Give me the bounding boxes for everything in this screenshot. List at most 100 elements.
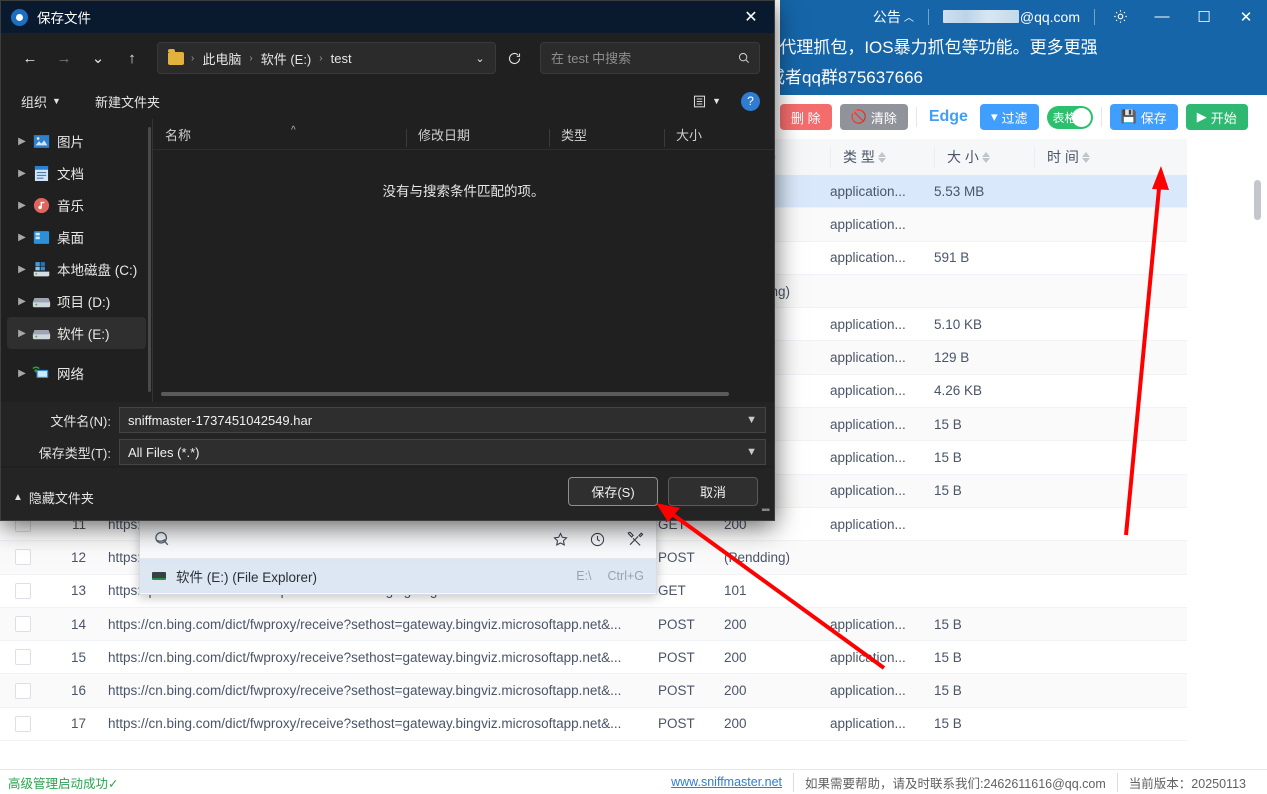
account-email[interactable]: @qq.com (933, 0, 1090, 33)
flyout-search-input[interactable] (180, 530, 552, 548)
no-entry-icon: 🚫 (850, 109, 867, 124)
row-checkbox[interactable] (15, 682, 31, 699)
forward-button[interactable]: → (49, 43, 79, 73)
clear-button[interactable]: 🚫 清除 (839, 104, 908, 130)
table-row[interactable]: 16 https://cn.bing.com/dict/fwproxy/recei… (0, 674, 1187, 708)
filter-button[interactable]: ▾ 过滤 (979, 104, 1039, 130)
column-header-time[interactable]: 时 间 (1034, 146, 1134, 168)
tree-item-0[interactable]: ▶ 图片 (7, 125, 146, 157)
column-header-date[interactable]: 修改日期 (406, 125, 549, 147)
hide-folders-toggle[interactable]: ▲ 隐藏文件夹 (13, 488, 94, 507)
navigation-tree[interactable]: ▶ 图片 ▶ 文档 ▶ 音乐 ▶ 桌面 ▶ 本地磁盘 (C:) ▶ 项目 (D:) ▶ 软件 (E:) ▶ 网… (1, 119, 153, 402)
sort-icon[interactable] (877, 151, 886, 163)
website-link[interactable]: www.sniffmaster.net (660, 775, 793, 789)
tree-item-3[interactable]: ▶ 桌面 (7, 221, 146, 253)
table-row[interactable]: 15 https://cn.bing.com/dict/fwproxy/recei… (0, 641, 1187, 675)
save-button[interactable]: 💾 保存 (1109, 104, 1178, 130)
column-header-size[interactable]: 大小 (664, 125, 774, 147)
column-header-type[interactable]: 类 型 (830, 146, 934, 168)
chevron-down-icon[interactable]: ⌄ (469, 47, 491, 69)
table-row[interactable]: 14 https://cn.bing.com/dict/fwproxy/recei… (0, 607, 1187, 642)
row-checkbox-cell[interactable] (0, 549, 46, 566)
flyout-search-bar[interactable] (140, 520, 656, 559)
tree-scrollbar[interactable] (148, 127, 151, 392)
row-checkbox[interactable] (15, 649, 31, 666)
clock-icon[interactable] (589, 531, 606, 548)
tools-icon[interactable] (626, 530, 644, 548)
flyout-result-item[interactable]: 软件 (E:) (File Explorer) E:\ Ctrl+G (140, 559, 656, 593)
tree-item-1[interactable]: ▶ 文档 (7, 157, 146, 189)
row-checkbox-cell[interactable] (0, 616, 46, 632)
table-view-toggle[interactable]: 表格 (1046, 105, 1093, 129)
row-checkbox[interactable] (15, 616, 31, 632)
chevron-right-icon[interactable]: ▶ (13, 168, 31, 179)
maximize-button[interactable]: ☐ (1183, 0, 1225, 33)
dialog-save-button[interactable]: 保存(S) (568, 477, 658, 506)
row-checkbox-cell[interactable] (0, 715, 46, 732)
dialog-close-button[interactable]: ✕ (728, 1, 774, 33)
chevron-right-icon[interactable]: ▶ (13, 264, 31, 275)
refresh-icon[interactable] (500, 44, 528, 72)
chevron-down-icon[interactable]: ▼ (746, 414, 757, 426)
chevron-right-icon[interactable]: ▶ (13, 328, 31, 339)
filename-input[interactable]: sniffmaster-1737451042549.har ▼ (119, 407, 766, 433)
breadcrumb-item-2[interactable]: test (326, 49, 357, 68)
tree-item-2[interactable]: ▶ 音乐 (7, 189, 146, 221)
new-folder-button[interactable]: 新建文件夹 (89, 89, 166, 114)
sort-icon[interactable] (981, 151, 990, 163)
chevron-right-icon[interactable]: ▶ (13, 296, 31, 307)
star-icon[interactable] (552, 531, 569, 548)
breadcrumb-item-1[interactable]: 软件 (E:) (256, 47, 317, 70)
toggle-knob (1071, 107, 1091, 127)
gear-icon[interactable] (1099, 0, 1141, 33)
help-button[interactable]: ? (741, 91, 760, 111)
tree-item-6[interactable]: ▶ 软件 (E:) (7, 317, 146, 349)
back-button[interactable]: ← (15, 43, 45, 73)
search-input[interactable] (549, 49, 737, 67)
row-checkbox-cell[interactable] (0, 682, 46, 699)
row-size: 15 B (934, 683, 962, 699)
chevron-right-icon[interactable]: ▶ (13, 232, 31, 243)
edge-search-flyout[interactable]: 软件 (E:) (File Explorer) E:\ Ctrl+G (139, 519, 657, 595)
row-checkbox[interactable] (15, 715, 31, 732)
chevron-right-icon[interactable]: ▶ (13, 200, 31, 211)
chevron-right-icon[interactable]: ▶ (13, 136, 31, 147)
chevron-down-icon[interactable]: ▼ (746, 446, 757, 458)
sort-icon[interactable] (1081, 151, 1090, 163)
save-file-dialog[interactable]: 保存文件 ✕ ← → ⌄ ↑ › 此电脑 › 软件 (E:) › test ⌄ (0, 0, 775, 521)
table-scrollbar[interactable] (1254, 180, 1261, 770)
organize-menu[interactable]: 组织 ▼ (15, 89, 67, 114)
file-list-pane[interactable]: 名称 ^ 修改日期 类型 大小 没有与搜索条件匹配的项。 (153, 119, 774, 402)
tree-item-4[interactable]: ▶ 本地磁盘 (C:) (7, 253, 146, 285)
edge-browser-link[interactable]: Edge (925, 108, 972, 126)
horizontal-scrollbar[interactable] (161, 392, 729, 396)
view-options-button[interactable]: ▼ (686, 91, 727, 112)
notice-menu[interactable]: 公告 ︿ (863, 0, 924, 33)
filetype-select[interactable]: All Files (*.*) ▼ (119, 439, 766, 465)
row-checkbox-cell[interactable] (0, 582, 46, 599)
start-button[interactable]: ▶ 开始 (1185, 104, 1248, 130)
tree-item-5[interactable]: ▶ 项目 (D:) (7, 285, 146, 317)
column-header-name[interactable]: 名称 ^ (153, 125, 406, 144)
chevron-right-icon[interactable]: ▶ (13, 368, 31, 379)
row-checkbox[interactable] (15, 549, 31, 566)
breadcrumb-item-0[interactable]: 此电脑 (197, 47, 246, 70)
recent-locations-button[interactable]: ⌄ (83, 43, 113, 73)
column-header-size[interactable]: 大 小 (934, 146, 1034, 168)
minimize-button[interactable]: — (1141, 0, 1183, 33)
scrollbar-thumb[interactable] (1254, 180, 1261, 220)
row-checkbox[interactable] (15, 582, 31, 599)
column-header-type[interactable]: 类型 (549, 125, 664, 147)
table-row[interactable]: 17 https://cn.bing.com/dict/fwproxy/recei… (0, 708, 1187, 742)
breadcrumb[interactable]: › 此电脑 › 软件 (E:) › test ⌄ (157, 42, 496, 74)
resize-grip[interactable]: ▪▪▪ (761, 505, 770, 516)
tree-item-7[interactable]: ▶ 网络 (7, 357, 146, 389)
delete-button[interactable]: 删 除 (780, 104, 832, 130)
dialog-cancel-button[interactable]: 取消 (668, 477, 758, 506)
empty-list-message: 没有与搜索条件匹配的项。 (382, 184, 545, 199)
help-contact-text: 如果需要帮助，请及时联系我们:2462611616@qq.com (793, 772, 1117, 792)
up-button[interactable]: ↑ (117, 43, 147, 73)
close-button[interactable]: ✕ (1225, 0, 1267, 33)
row-checkbox-cell[interactable] (0, 649, 46, 666)
dialog-search-box[interactable] (540, 42, 760, 74)
